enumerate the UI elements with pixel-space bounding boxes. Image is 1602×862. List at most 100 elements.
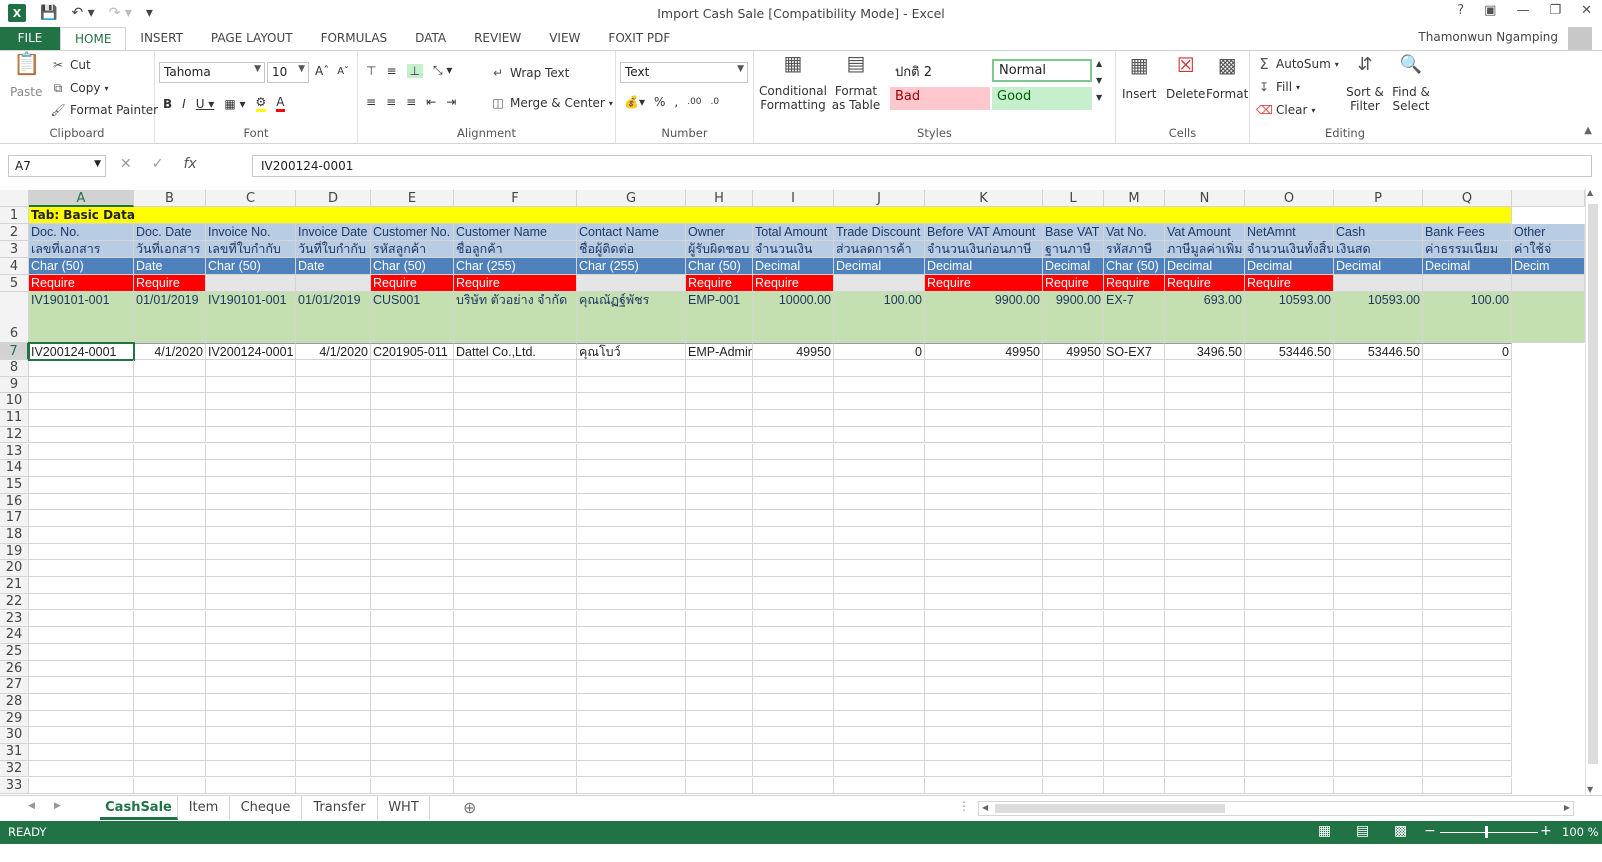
row-header[interactable]: 13 (0, 443, 29, 461)
cell[interactable] (134, 560, 206, 578)
cell[interactable] (454, 660, 577, 678)
cell[interactable] (1104, 493, 1165, 511)
font-name-combo[interactable]: Tahoma ▼ (159, 62, 265, 83)
cell[interactable] (834, 643, 925, 661)
cell[interactable] (1334, 426, 1423, 444)
cell[interactable] (577, 677, 686, 694)
cell[interactable] (371, 476, 454, 494)
cell[interactable] (29, 476, 134, 494)
cell[interactable] (1245, 493, 1334, 511)
cell[interactable] (1512, 275, 1585, 292)
cell[interactable] (834, 660, 925, 678)
cell[interactable]: Require (1104, 275, 1165, 292)
vertical-scrollbar[interactable]: ▲ ▼ (1585, 188, 1600, 796)
cell[interactable]: 01/01/2019 (296, 292, 371, 343)
cell[interactable] (1043, 376, 1104, 394)
cell[interactable] (686, 643, 753, 661)
cell[interactable] (1104, 527, 1165, 544)
cell[interactable] (686, 360, 753, 377)
merge-center-button[interactable]: ◫ Merge & Center ▾ (490, 95, 613, 111)
cell[interactable] (1334, 410, 1423, 427)
format-cells-button[interactable]: ▩ Format (1206, 55, 1248, 101)
cell[interactable] (1043, 694, 1104, 711)
tab-foxit-pdf[interactable]: FOXIT PDF (594, 27, 684, 51)
cell[interactable] (834, 560, 925, 578)
cell[interactable] (134, 493, 206, 511)
cell[interactable] (454, 476, 577, 494)
cell[interactable] (577, 744, 686, 761)
row-header[interactable]: 27 (0, 677, 29, 694)
row-header[interactable]: 3 (0, 241, 29, 258)
cell[interactable] (1334, 643, 1423, 661)
column-header[interactable]: F (454, 190, 577, 207)
cell[interactable] (371, 426, 454, 444)
cell[interactable] (577, 610, 686, 628)
cell[interactable] (1423, 577, 1512, 594)
cell[interactable] (206, 744, 296, 761)
cell[interactable]: วันที่ใบกำกับ (296, 241, 371, 258)
cell[interactable] (1334, 610, 1423, 628)
cell[interactable] (686, 510, 753, 527)
cell[interactable] (1104, 677, 1165, 694)
cell[interactable]: SO-EX7 (1104, 343, 1165, 360)
cell[interactable] (1245, 677, 1334, 694)
cell[interactable] (1334, 443, 1423, 461)
cell[interactable]: Owner (686, 224, 753, 241)
cell[interactable]: 100.00 (1423, 292, 1512, 343)
cell[interactable] (1245, 460, 1334, 477)
cell[interactable] (834, 527, 925, 544)
cell[interactable] (29, 727, 134, 745)
cell[interactable] (454, 360, 577, 377)
cell[interactable] (296, 376, 371, 394)
sheet-tab-cashsale[interactable]: CashSale (100, 796, 178, 820)
cell[interactable] (296, 677, 371, 694)
cell[interactable] (371, 376, 454, 394)
cell[interactable] (1423, 760, 1512, 778)
cell[interactable] (1165, 510, 1245, 527)
delete-cells-button[interactable]: ☒ Delete (1166, 55, 1205, 101)
cell[interactable] (1245, 527, 1334, 544)
cell[interactable]: Doc. No. (29, 224, 134, 241)
cell[interactable]: Char (50) (371, 258, 454, 275)
cell[interactable] (925, 443, 1043, 461)
cell[interactable] (925, 777, 1043, 795)
cell[interactable]: 49950 (753, 343, 834, 360)
cell[interactable] (1043, 744, 1104, 761)
italic-icon[interactable]: I (182, 97, 186, 111)
cell[interactable] (1423, 744, 1512, 761)
cell[interactable]: Base VAT (1043, 224, 1104, 241)
cell[interactable] (1423, 710, 1512, 728)
cell[interactable] (834, 360, 925, 377)
cell[interactable] (753, 643, 834, 661)
column-header[interactable]: H (686, 190, 753, 207)
cell[interactable]: Date (296, 258, 371, 275)
cell[interactable] (925, 677, 1043, 694)
row-header[interactable]: 15 (0, 476, 29, 494)
tab-review[interactable]: REVIEW (460, 27, 535, 51)
find-select-button[interactable]: 🔍 Find & Select (1390, 56, 1432, 114)
cell[interactable] (206, 610, 296, 628)
row-header[interactable]: 21 (0, 577, 29, 594)
column-header[interactable]: N (1165, 190, 1245, 207)
align-left-icon[interactable]: ≡ (366, 95, 376, 109)
cell[interactable] (206, 376, 296, 394)
cell[interactable] (454, 727, 577, 745)
column-header[interactable]: I (753, 190, 834, 207)
cell[interactable] (1334, 460, 1423, 477)
cell[interactable] (1165, 443, 1245, 461)
wrap-text-button[interactable]: ↵ Wrap Text (490, 65, 569, 81)
cell[interactable]: Decimal (925, 258, 1043, 275)
cell[interactable] (1104, 777, 1165, 795)
cell[interactable] (134, 593, 206, 611)
cell[interactable] (296, 627, 371, 644)
cell[interactable] (371, 560, 454, 578)
cell[interactable] (206, 476, 296, 494)
cell[interactable] (296, 527, 371, 544)
row-header[interactable]: 30 (0, 727, 29, 745)
cell[interactable] (753, 410, 834, 427)
cell[interactable] (1423, 777, 1512, 795)
style-good[interactable]: Good (992, 87, 1092, 110)
cell[interactable]: 10000.00 (753, 292, 834, 343)
cell[interactable]: Before VAT Amount (925, 224, 1043, 241)
cell[interactable] (206, 275, 296, 292)
